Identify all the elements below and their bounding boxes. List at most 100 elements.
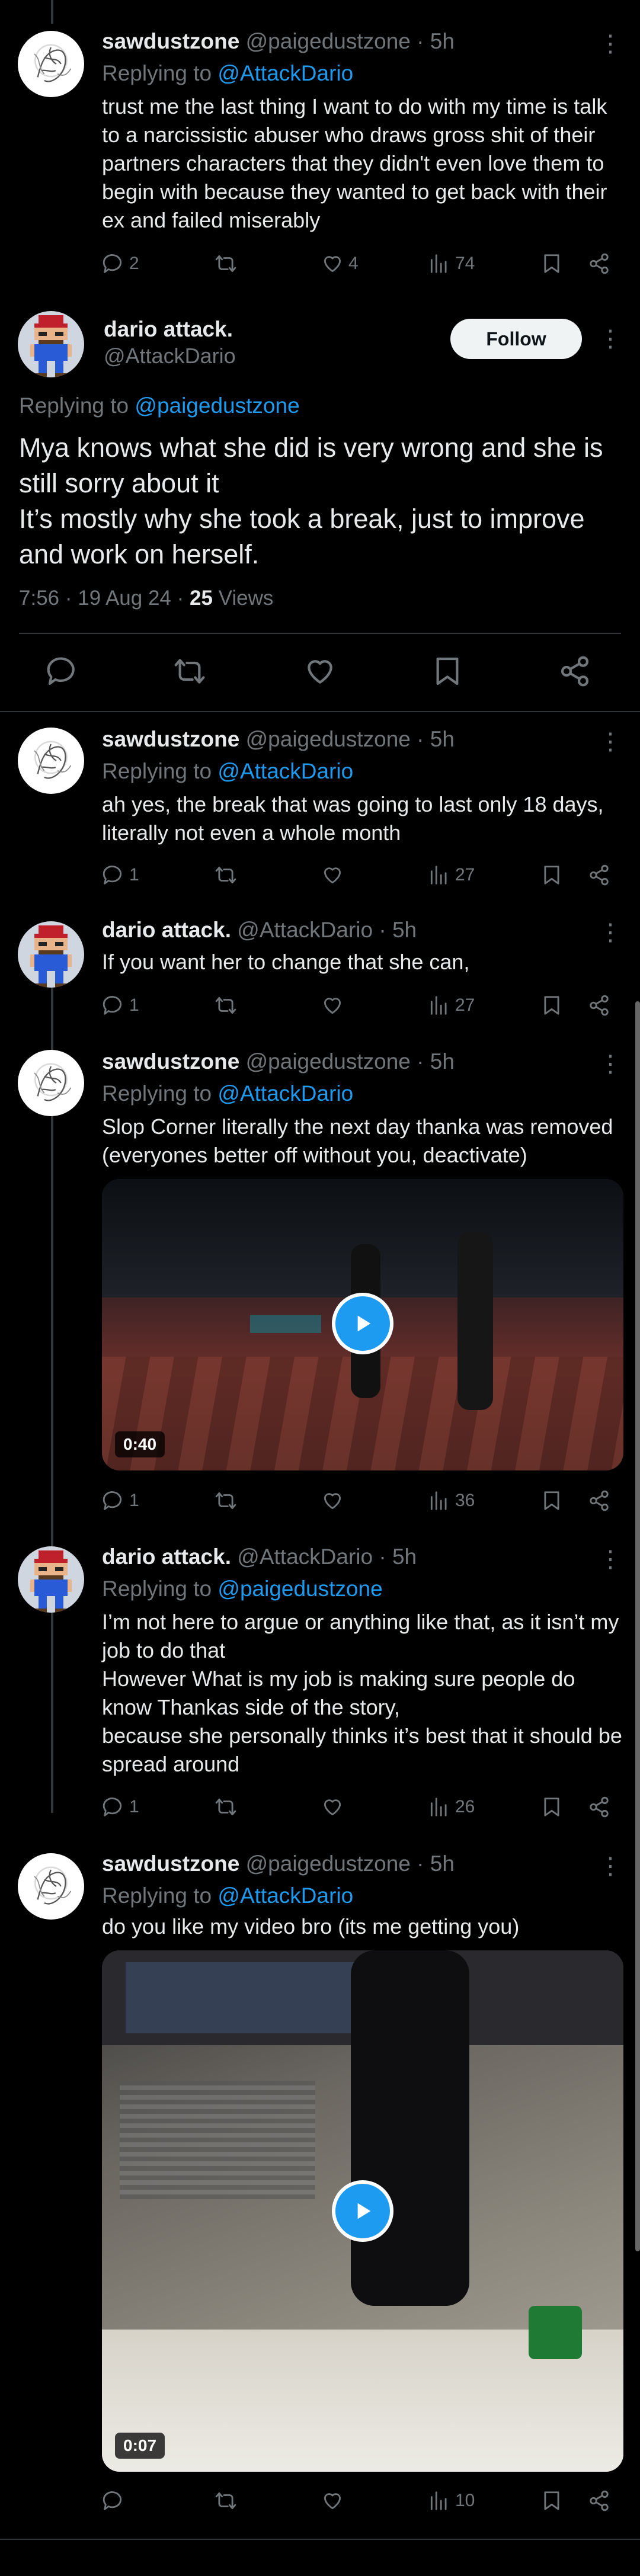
separator-dot: · [417,727,424,751]
display-name[interactable]: sawdustzone [102,1851,239,1876]
avatar[interactable] [18,1546,84,1613]
views-button[interactable]: 10 [428,2486,475,2516]
avatar[interactable] [18,921,84,988]
avatar[interactable] [18,728,84,794]
display-name[interactable]: sawdustzone [102,1049,239,1074]
video-player[interactable]: 0:07 [102,1950,623,2472]
timestamp[interactable]: 5h [392,918,417,942]
repost-button[interactable] [215,2486,237,2516]
reply-button[interactable]: 1 [102,1486,139,1516]
user-handle[interactable]: @paigedustzone [246,727,411,751]
video-player[interactable]: 0:40 [102,1179,623,1470]
reply-icon[interactable] [46,655,79,688]
more-icon[interactable]: ⋮ [599,915,622,950]
timestamp[interactable]: 5h [430,727,455,751]
timestamp[interactable]: 5h [392,1545,417,1569]
like-button[interactable] [321,860,344,890]
user-handle[interactable]: @paigedustzone [246,1851,411,1876]
play-button[interactable] [332,2180,393,2242]
share-button[interactable] [588,860,610,890]
mention-link[interactable]: @AttackDario [217,1883,353,1908]
scrollbar[interactable] [635,1001,640,2251]
reply-icon [102,2490,124,2512]
bookmark-button[interactable] [540,991,563,1020]
mention-link[interactable]: @AttackDario [217,1081,353,1106]
repost-icon[interactable] [173,655,206,688]
more-icon[interactable]: ⋮ [599,26,622,62]
bookmark-icon [540,1796,563,1818]
share-button[interactable] [588,1792,610,1822]
play-button[interactable] [332,1293,393,1354]
avatar[interactable] [18,1853,84,1920]
more-icon[interactable]: ⋮ [599,1848,622,1884]
reply-count: 1 [129,1797,139,1816]
more-icon[interactable]: ⋮ [599,321,622,357]
display-name[interactable]: dario attack. [102,1545,231,1569]
share-button[interactable] [588,249,610,278]
like-button[interactable] [321,2486,344,2516]
post-timestamp[interactable]: 7:56 · 19 Aug 24 · [19,587,190,610]
avatar[interactable] [18,1050,84,1116]
main-tweet-text: Mya knows what she did is very wrong and… [19,432,603,569]
display-name[interactable]: sawdustzone [102,29,239,53]
share-button[interactable] [588,1486,610,1516]
more-icon[interactable]: ⋮ [599,1542,622,1577]
user-handle[interactable]: @AttackDario [104,344,236,369]
like-icon [321,2490,344,2512]
view-count: 26 [455,1797,475,1816]
share-icon[interactable] [558,655,591,688]
bookmark-button[interactable] [540,249,563,278]
bookmark-button[interactable] [540,2486,563,2516]
bookmark-button[interactable] [540,1486,563,1516]
bookmark-button[interactable] [540,860,563,890]
mention-link[interactable]: @paigedustzone [135,393,299,418]
tweet-text: I’m not here to argue or anything like t… [102,1610,622,1776]
mention-link[interactable]: @AttackDario [217,759,353,783]
repost-button[interactable] [215,860,237,890]
views-button[interactable]: 27 [428,860,475,890]
repost-button[interactable] [215,1486,237,1516]
replying-to-label: Replying to [102,1081,218,1106]
display-name[interactable]: sawdustzone [102,727,239,751]
like-button[interactable] [321,1792,344,1822]
views-button[interactable]: 74 [428,249,475,278]
more-icon[interactable]: ⋮ [599,1046,622,1082]
share-button[interactable] [588,991,610,1020]
reply-button[interactable] [102,2486,124,2516]
display-name[interactable]: dario attack. [104,317,233,342]
like-button[interactable] [321,991,344,1020]
repost-button[interactable] [215,991,237,1020]
like-button[interactable]: 4 [321,249,359,278]
timestamp[interactable]: 5h [430,29,455,53]
user-handle[interactable]: @paigedustzone [246,29,411,53]
repost-button[interactable] [215,249,237,278]
tweet-actions: 10 [102,2486,623,2516]
share-button[interactable] [588,2486,610,2516]
views-button[interactable]: 26 [428,1792,475,1822]
bookmark-icon[interactable] [431,655,464,688]
reply-button[interactable]: 1 [102,991,139,1020]
user-handle[interactable]: @AttackDario [237,1545,373,1569]
timestamp[interactable]: 5h [430,1049,455,1074]
user-handle[interactable]: @AttackDario [237,918,373,942]
avatar[interactable] [18,311,84,377]
mention-link[interactable]: @AttackDario [217,61,353,85]
views-button[interactable]: 27 [428,991,475,1020]
reply-button[interactable]: 2 [102,249,139,278]
repost-button[interactable] [215,1792,237,1822]
mention-link[interactable]: @paigedustzone [217,1577,382,1601]
reply-button[interactable]: 1 [102,860,139,890]
views-button[interactable]: 36 [428,1486,475,1516]
more-icon[interactable]: ⋮ [599,724,622,760]
tweet-text: ah yes, the break that was going to last… [102,792,610,845]
like-icon[interactable] [303,655,337,688]
like-button[interactable] [321,1486,344,1516]
avatar[interactable] [18,31,84,97]
display-name[interactable]: dario attack. [102,918,231,942]
bookmark-button[interactable] [540,1792,563,1822]
like-icon [321,252,344,275]
reply-button[interactable]: 1 [102,1792,139,1822]
user-handle[interactable]: @paigedustzone [246,1049,411,1074]
timestamp[interactable]: 5h [430,1851,455,1876]
follow-button[interactable]: Follow [450,319,582,359]
